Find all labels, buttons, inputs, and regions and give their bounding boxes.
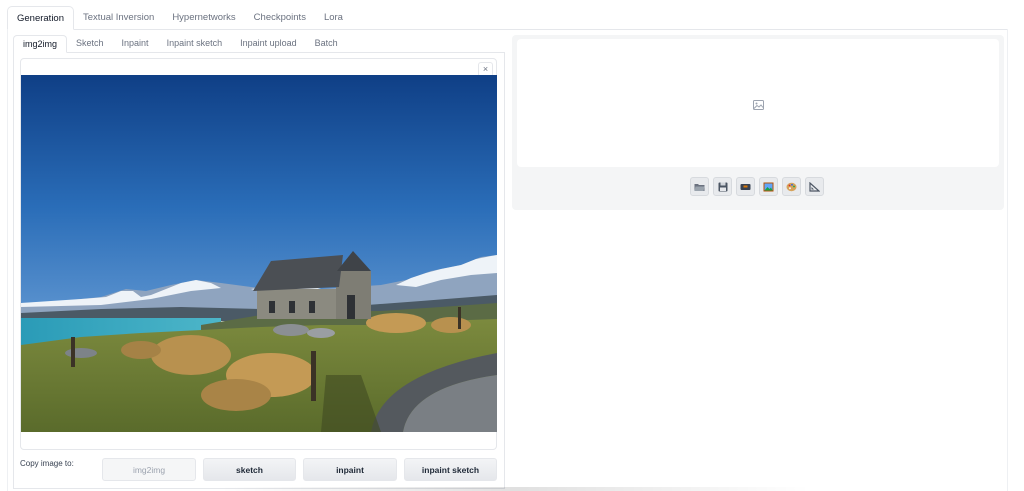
landscape-photo	[21, 75, 497, 432]
tab-inpaint[interactable]: Inpaint	[113, 35, 158, 52]
tab-lora[interactable]: Lora	[315, 6, 352, 29]
bottom-divider	[220, 487, 810, 491]
mode-tab-bar: img2img Sketch Inpaint Inpaint sketch In…	[13, 35, 505, 53]
app-page: Generation Textual Inversion Hypernetwor…	[0, 0, 1024, 491]
tab-inpaint-sketch[interactable]: Inpaint sketch	[158, 35, 232, 52]
copy-to-sketch-button[interactable]: sketch	[203, 458, 296, 481]
ruler-triangle-icon[interactable]	[805, 177, 824, 196]
input-image[interactable]	[21, 75, 497, 432]
output-toolbar	[690, 177, 824, 196]
picture-icon[interactable]	[759, 177, 778, 196]
image-icon	[753, 97, 764, 110]
tab-sketch[interactable]: Sketch	[67, 35, 113, 52]
top-tab-bar: Generation Textual Inversion Hypernetwor…	[7, 6, 1008, 30]
copy-image-label: Copy image to:	[20, 459, 74, 468]
tab-textual-inversion[interactable]: Textual Inversion	[74, 6, 163, 29]
tab-img2img[interactable]: img2img	[13, 35, 68, 53]
copy-to-inpaint-button[interactable]: inpaint	[303, 458, 397, 481]
folder-icon[interactable]	[690, 177, 709, 196]
copy-to-inpaint-sketch-button[interactable]: inpaint sketch	[404, 458, 497, 481]
tab-hypernetworks[interactable]: Hypernetworks	[163, 6, 244, 29]
tab-batch[interactable]: Batch	[306, 35, 347, 52]
tab-checkpoints[interactable]: Checkpoints	[245, 6, 315, 29]
palette-icon[interactable]	[782, 177, 801, 196]
tab-generation[interactable]: Generation	[7, 6, 75, 30]
tab-inpaint-upload[interactable]: Inpaint upload	[231, 35, 306, 52]
output-gallery[interactable]	[517, 39, 999, 167]
save-icon[interactable]	[713, 177, 732, 196]
zip-icon[interactable]	[736, 177, 755, 196]
copy-to-img2img-button[interactable]: img2img	[102, 458, 196, 481]
